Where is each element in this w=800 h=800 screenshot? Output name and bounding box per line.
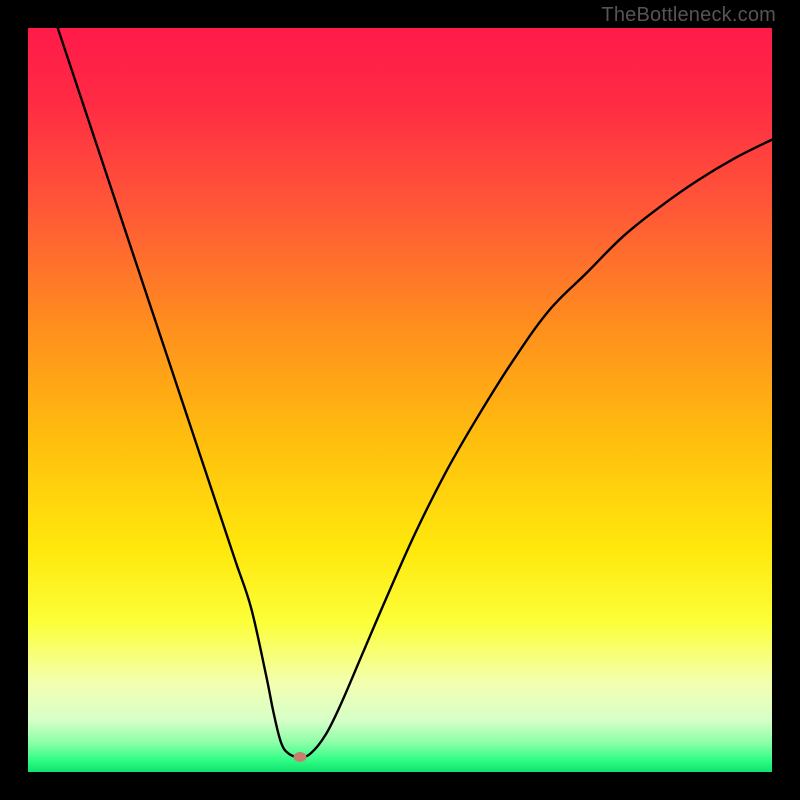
watermark-text: TheBottleneck.com — [601, 4, 776, 27]
bottleneck-curve — [28, 28, 772, 772]
optimal-marker — [293, 752, 306, 762]
plot-frame — [28, 28, 772, 772]
